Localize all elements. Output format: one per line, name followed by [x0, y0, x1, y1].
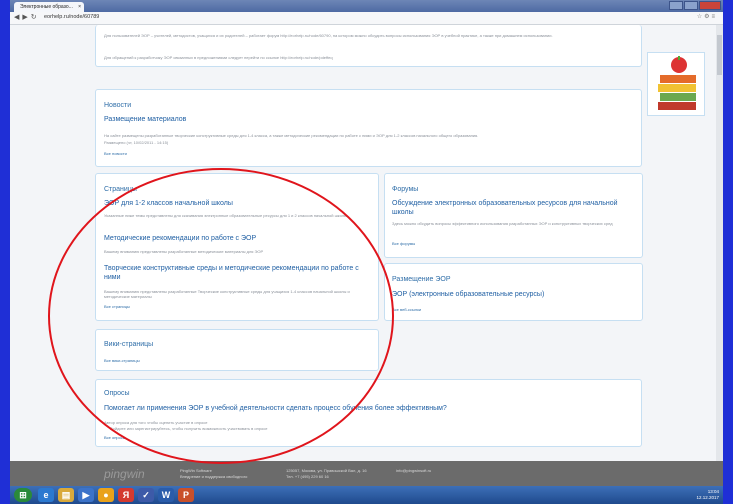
- intro-panel: Для пользователей ЭОР – учителей, методи…: [95, 25, 642, 67]
- word-icon[interactable]: W: [158, 488, 174, 502]
- pages-panel: Страницы ЭОР для 1-2 классов начальной ш…: [95, 173, 379, 321]
- placement-header: Размещение ЭОР: [392, 276, 451, 283]
- news-panel: Новости Размещение материалов На сайте р…: [95, 89, 642, 167]
- pages-item-2-desc: Вашему вниманию представлены разработанн…: [104, 249, 264, 254]
- wiki-header: Вики-страницы: [104, 341, 154, 348]
- pingwin-logo: pingwin: [104, 467, 145, 481]
- wiki-more-link[interactable]: Все вики-страницы: [104, 358, 140, 363]
- forums-panel: Форумы Обсуждение электронных образовате…: [384, 173, 643, 258]
- close-tab-icon[interactable]: ×: [78, 2, 81, 12]
- browser-tab[interactable]: Электронные образо... ×: [14, 2, 84, 12]
- page-content: Для пользователей ЭОР – учителей, методи…: [10, 25, 716, 461]
- news-header: Новости: [104, 102, 132, 109]
- title-bar: Электронные образо... ×: [10, 0, 723, 12]
- pages-header: Страницы: [104, 186, 137, 193]
- start-button-icon[interactable]: ⊞: [14, 488, 32, 502]
- pages-item-1-desc: Указанные ниже темы представлены для ска…: [104, 213, 347, 218]
- yandex-browser-icon[interactable]: Я: [118, 488, 134, 502]
- forums-item-title[interactable]: Обсуждение электронных образовательных р…: [392, 199, 637, 217]
- pages-more-link[interactable]: Все страницы: [104, 304, 130, 309]
- intro-text: Для пользователей ЭОР – учителей, методи…: [104, 33, 553, 38]
- ie-icon[interactable]: e: [38, 488, 54, 502]
- pages-item-3-title[interactable]: Творческие конструктивные среды и методи…: [104, 264, 364, 282]
- powerpoint-icon[interactable]: P: [178, 488, 194, 502]
- app-icon[interactable]: ✓: [138, 488, 154, 502]
- pages-item-1-title[interactable]: ЭОР для 1-2 классов начальной школы: [104, 200, 233, 207]
- news-item-title[interactable]: Размещение материалов: [104, 116, 186, 123]
- url-field[interactable]: eorhelp.ru/node/60789: [44, 14, 99, 20]
- intro-link-text[interactable]: Для обращений к разработчику ЭОР связанн…: [104, 55, 634, 60]
- polls-header: Опросы: [104, 390, 130, 397]
- news-item-text: На сайте размещены разработанные творчес…: [104, 133, 479, 138]
- forums-header: Форумы: [392, 186, 419, 193]
- minimize-button[interactable]: [669, 1, 683, 10]
- polls-answer-hint: Автор опроса для того чтобы оценить учас…: [104, 420, 208, 425]
- taskbar: ⊞ e ▤ ▶ ● Я ✓ W P 13:04 12.12.2017: [10, 486, 723, 504]
- media-icon[interactable]: ▶: [78, 488, 94, 502]
- close-window-button[interactable]: [699, 1, 721, 10]
- news-more-link[interactable]: Все новости: [104, 151, 127, 156]
- yandex-icon[interactable]: ●: [98, 488, 114, 502]
- footer-company-sub: Внедрение и поддержка свободного: [180, 474, 248, 479]
- site-footer: pingwin PingWin Software Внедрение и под…: [10, 461, 723, 486]
- maximize-button[interactable]: [684, 1, 698, 10]
- placement-panel: Размещение ЭОР ЭОР (электронные образова…: [384, 263, 643, 321]
- polls-question[interactable]: Помогает ли применения ЭОР в учебной дея…: [104, 405, 447, 412]
- forums-more-link[interactable]: Все форумы: [392, 241, 415, 246]
- footer-contacts: 125057, Москва, ул. Правошской Вал, д. 1…: [286, 468, 367, 480]
- pages-item-2-title[interactable]: Методические рекомендации по работе с ЭО…: [104, 235, 256, 242]
- nav-buttons-icon[interactable]: ◀▶↻: [14, 13, 40, 21]
- forums-item-desc: Здесь можно обсудить вопросы эффективног…: [392, 221, 613, 226]
- news-item-date: Размещено (чт, 10/02/2011 - 14:15): [104, 140, 169, 145]
- footer-phone: Тел. +7 (495) 229 60 16: [286, 474, 329, 479]
- page-scrollbar[interactable]: [716, 25, 723, 461]
- footer-company: PingWin Software Внедрение и поддержка с…: [180, 468, 247, 480]
- window-controls: [669, 1, 721, 10]
- system-tray: 13:04 12.12.2017: [696, 489, 719, 501]
- polls-option[interactable]: Войдите или зарегистрируйтесь, чтобы пол…: [110, 426, 267, 431]
- toolbar-icons[interactable]: ☆⚙≡: [697, 13, 717, 20]
- polls-more-link[interactable]: Все опросы: [104, 435, 126, 440]
- pages-item-3-desc: Вашему вниманию представлены разработанн…: [104, 289, 350, 299]
- placement-item-title[interactable]: ЭОР (электронные образовательные ресурсы…: [392, 291, 544, 298]
- books-logo: [647, 52, 705, 116]
- address-bar: ◀▶↻ eorhelp.ru/node/60789 ☆⚙≡: [10, 12, 723, 25]
- tray-date: 12.12.2017: [696, 495, 719, 500]
- footer-email[interactable]: info@pingwinsoft.ru: [396, 468, 431, 474]
- polls-panel: Опросы Помогает ли применения ЭОР в учеб…: [95, 379, 642, 447]
- browser-window: Электронные образо... × ◀▶↻ eorhelp.ru/n…: [10, 0, 723, 486]
- placement-more-link[interactable]: Все веб-ссылки: [392, 307, 421, 312]
- scrollbar-thumb[interactable]: [717, 35, 722, 75]
- explorer-icon[interactable]: ▤: [58, 488, 74, 502]
- wiki-panel: Вики-страницы Все вики-страницы: [95, 329, 379, 371]
- tab-title: Электронные образо...: [20, 4, 73, 10]
